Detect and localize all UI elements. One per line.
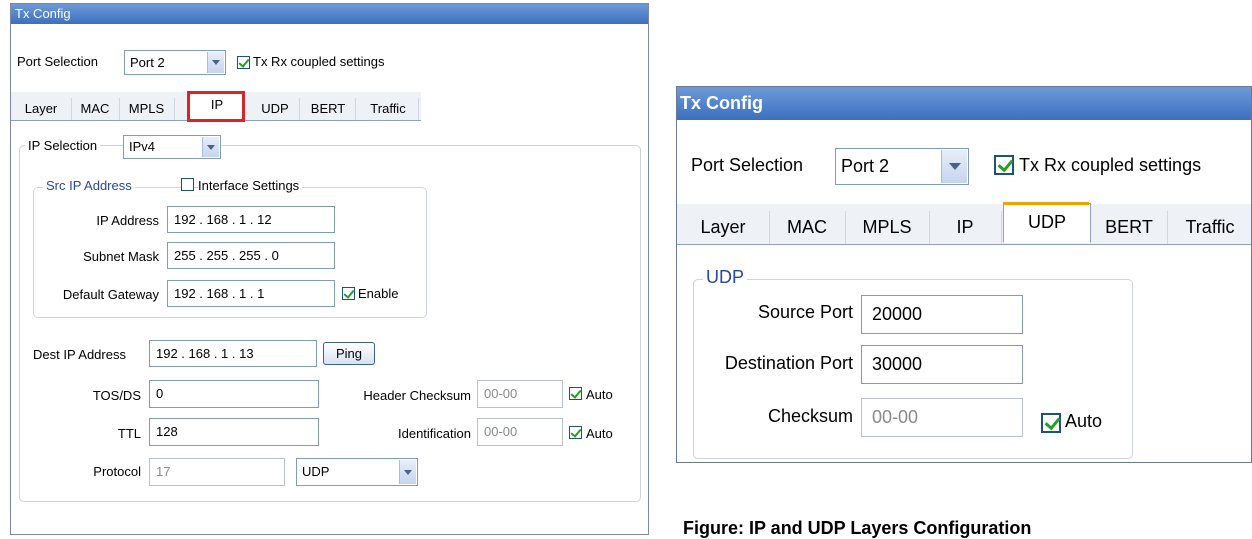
ip-version-dropdown-button[interactable] — [202, 137, 219, 157]
dest-ip-input[interactable]: 192 . 168 . 1 . 13 — [149, 340, 317, 367]
figure-caption: Figure: IP and UDP Layers Configuration — [683, 518, 1032, 538]
window-title: Tx Config — [11, 4, 648, 24]
protocol-dropdown-button[interactable] — [399, 460, 416, 484]
subnet-mask-input[interactable]: 255 . 255 . 255 . 0 — [167, 242, 335, 269]
gateway-enable-label: Enable — [358, 286, 399, 301]
tos-ds-label: TOS/DS — [92, 388, 141, 403]
udp-group-title: UDP — [703, 267, 748, 288]
tx-config-ip-panel: Tx Config Port Selection Port 2 Tx Rx co… — [10, 3, 649, 535]
ip-address-label: IP Address — [96, 213, 159, 228]
ip-version-select[interactable]: IPv4 — [123, 135, 221, 159]
ping-button[interactable]: Ping — [323, 342, 375, 365]
interface-settings-checkbox[interactable] — [181, 178, 194, 191]
checksum-label: Checksum — [767, 406, 853, 426]
identification-label: Identification — [398, 426, 471, 441]
port-selection-label: Port Selection — [17, 54, 98, 69]
tab-traffic[interactable]: Traffic — [1167, 211, 1251, 244]
tab-mac[interactable]: MAC — [71, 98, 120, 120]
checkmark-icon — [997, 155, 1014, 173]
checkmark-icon — [1044, 413, 1061, 431]
port-select[interactable]: Port 2 — [835, 148, 969, 185]
source-port-input[interactable]: 20000 — [861, 295, 1023, 334]
tab-udp[interactable]: UDP — [251, 98, 300, 120]
source-port-label: Source Port — [757, 302, 853, 322]
header-checksum-label: Header Checksum — [363, 388, 471, 403]
port-select-value: Port 2 — [130, 55, 165, 70]
coupled-settings-label: Tx Rx coupled settings — [1019, 155, 1202, 175]
tx-config-udp-panel: Tx Config Port Selection Port 2 Tx Rx co… — [676, 86, 1252, 463]
ip-address-input[interactable]: 192 . 168 . 1 . 12 — [167, 206, 335, 233]
port-select[interactable]: Port 2 — [124, 50, 226, 75]
checkmark-icon — [238, 56, 250, 68]
protocol-select-value: UDP — [302, 464, 330, 479]
src-ip-group-title: Src IP Address — [43, 178, 135, 193]
header-checksum-auto-checkbox[interactable] — [569, 387, 582, 400]
ttl-input[interactable]: 128 — [149, 418, 319, 446]
ttl-label: TTL — [117, 426, 141, 441]
checksum-auto-checkbox[interactable] — [1041, 413, 1061, 433]
port-dropdown-button[interactable] — [941, 150, 967, 183]
coupled-settings-label: Tx Rx coupled settings — [253, 54, 385, 69]
subnet-mask-label: Subnet Mask — [83, 249, 159, 264]
tab-layer[interactable]: Layer — [11, 98, 72, 120]
default-gateway-label: Default Gateway — [62, 287, 159, 302]
tab-mac[interactable]: MAC — [769, 211, 846, 244]
tab-bert[interactable]: BERT — [301, 98, 356, 120]
port-dropdown-button[interactable] — [207, 52, 224, 73]
checksum-auto-label: Auto — [1065, 411, 1103, 431]
header-checksum-auto-label: Auto — [586, 387, 613, 402]
destination-port-label: Destination Port — [724, 353, 853, 373]
protocol-select[interactable]: UDP — [296, 458, 418, 486]
tos-ds-input[interactable]: 0 — [149, 380, 319, 408]
active-tab-highlight — [187, 91, 245, 122]
gateway-enable-checkbox[interactable] — [342, 287, 355, 300]
checksum-input[interactable]: 00-00 — [861, 398, 1023, 437]
protocol-input[interactable]: 17 — [149, 458, 285, 486]
tab-bert[interactable]: BERT — [1091, 211, 1168, 244]
protocol-label: Protocol — [93, 464, 141, 479]
coupled-settings-checkbox[interactable] — [994, 155, 1014, 175]
tab-layer[interactable]: Layer — [677, 211, 770, 244]
header-checksum-input[interactable]: 00-00 — [477, 380, 563, 408]
chevron-down-icon — [207, 144, 215, 150]
ip-version-value: IPv4 — [129, 139, 156, 154]
identification-auto-label: Auto — [586, 426, 613, 441]
port-selection-label: Port Selection — [691, 155, 804, 175]
checkmark-icon — [343, 287, 355, 299]
interface-settings-label: Interface Settings — [198, 178, 303, 193]
identification-input[interactable]: 00-00 — [477, 418, 563, 446]
tab-mpls[interactable]: MPLS — [845, 211, 930, 244]
port-select-value: Port 2 — [841, 156, 890, 176]
tab-mpls[interactable]: MPLS — [119, 98, 175, 120]
tab-ip[interactable]: IP — [929, 211, 1002, 244]
chevron-down-icon — [948, 163, 961, 170]
coupled-settings-checkbox[interactable] — [237, 56, 250, 69]
window-title: Tx Config — [677, 87, 1251, 120]
chevron-down-icon — [212, 60, 220, 65]
dest-ip-label: Dest IP Address — [33, 347, 126, 362]
destination-port-input[interactable]: 30000 — [861, 345, 1023, 384]
chevron-down-icon — [404, 469, 412, 475]
default-gateway-input[interactable]: 192 . 168 . 1 . 1 — [167, 280, 335, 307]
tab-udp[interactable]: UDP — [1003, 203, 1091, 243]
checkmark-icon — [570, 387, 582, 399]
checkmark-icon — [570, 426, 582, 438]
active-tab-indicator — [1003, 202, 1089, 205]
tab-traffic[interactable]: Traffic — [358, 98, 419, 120]
identification-auto-checkbox[interactable] — [569, 426, 582, 439]
ip-selection-label: IP Selection — [25, 138, 101, 153]
